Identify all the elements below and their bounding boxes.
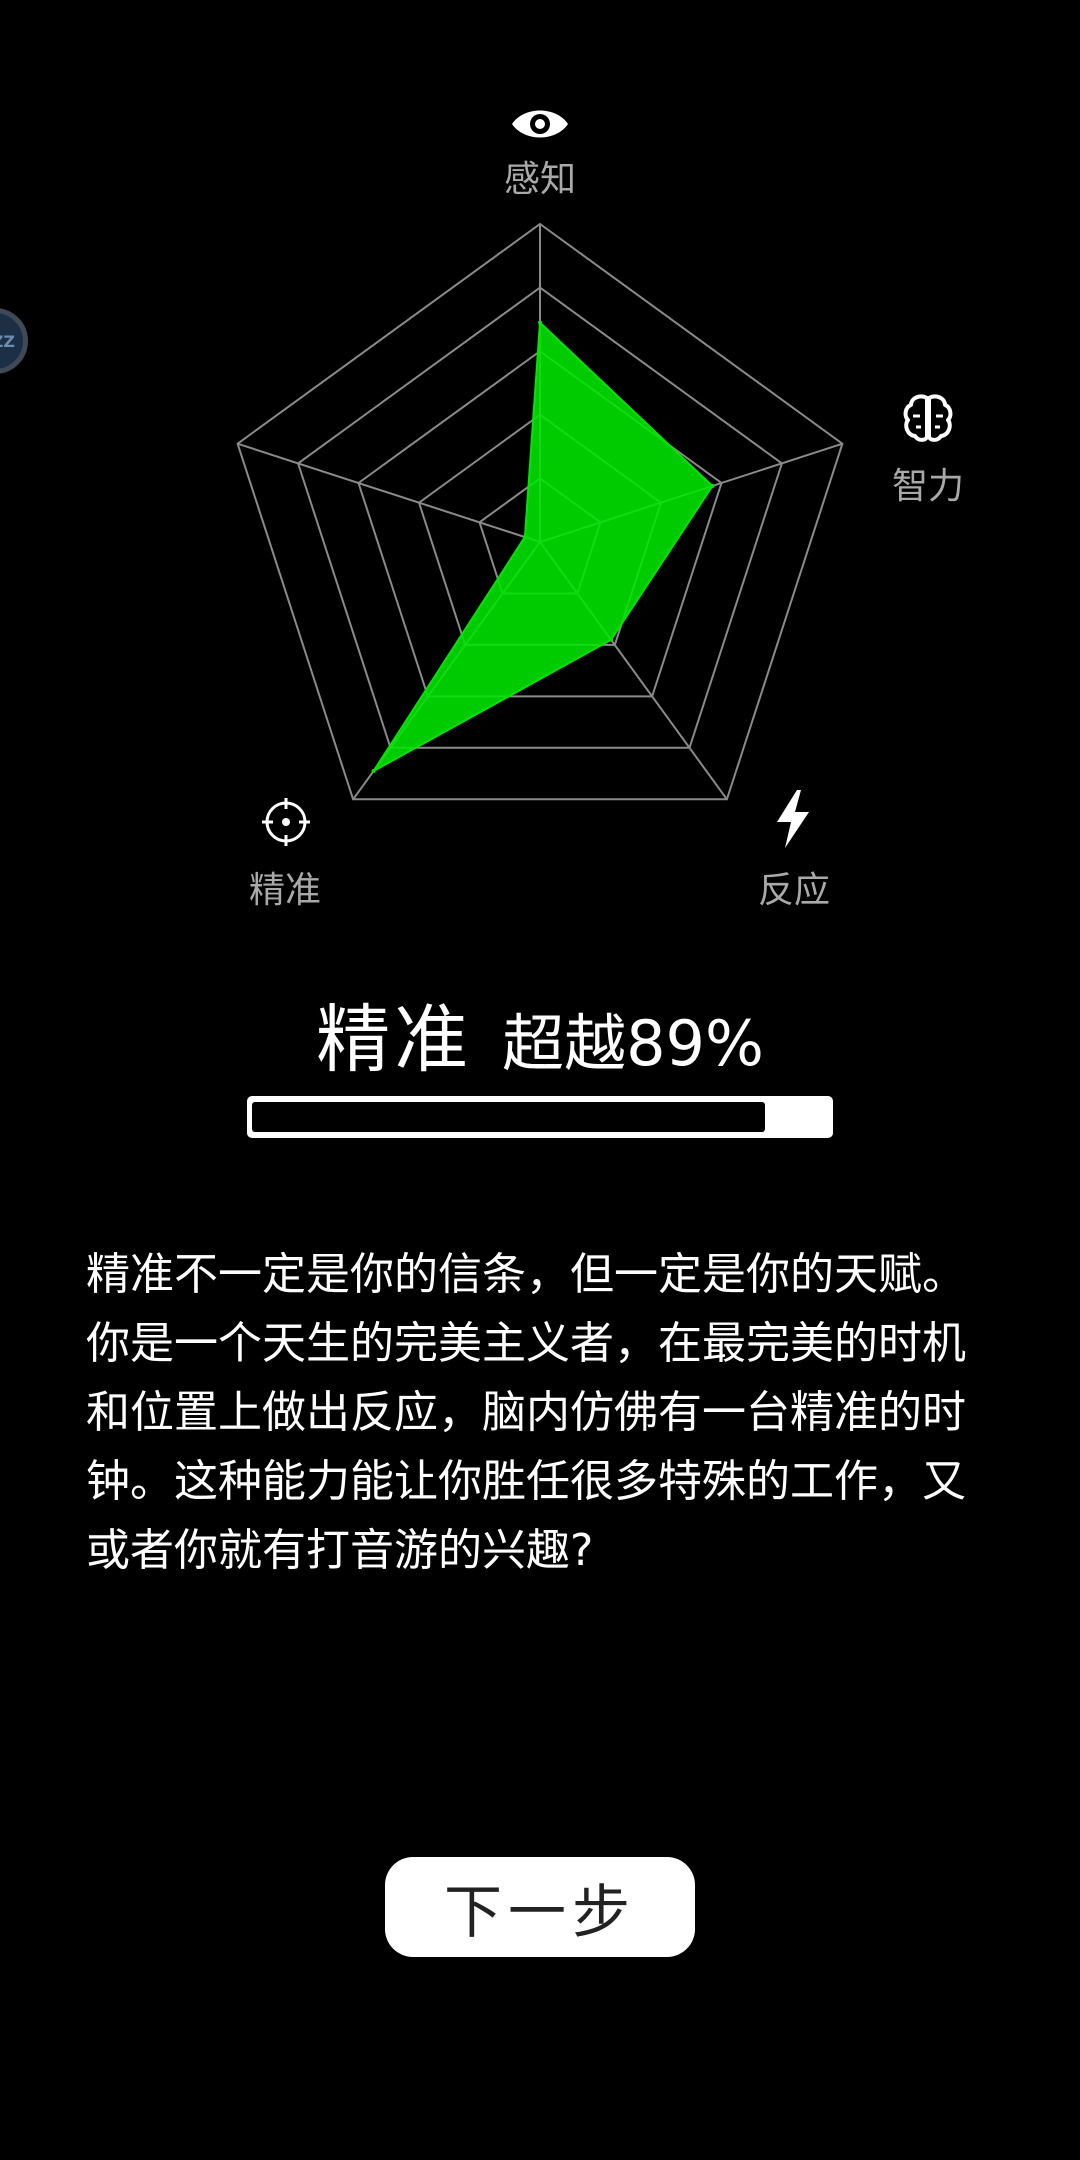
radar-data-area <box>372 320 714 772</box>
crosshair-icon <box>262 798 310 850</box>
axis-label-intelligence: 智力 <box>891 466 964 507</box>
next-step-label: 下一步 <box>443 1878 636 1946</box>
floating-assistant-label: ZZ <box>0 331 15 351</box>
axis-label-precision: 精准 <box>248 870 321 911</box>
radar-point <box>538 320 542 325</box>
result-exceed-text: 超越89% <box>502 1007 764 1080</box>
brain-icon <box>902 394 954 446</box>
radar-point <box>522 535 527 540</box>
progress-bar-fill <box>252 1102 765 1132</box>
result-heading: 精准 超越89% <box>0 980 1080 1087</box>
lightning-icon <box>775 790 811 852</box>
axis-label-perception: 感知 <box>503 159 576 200</box>
radar-point <box>371 769 376 773</box>
progress-bar <box>247 1096 833 1138</box>
next-step-button[interactable]: 下一步 <box>385 1857 695 1957</box>
radar-point <box>710 484 715 488</box>
description-text: 精准不一定是你的信条，但一定是你的天赋。你是一个天生的完美主义者，在最完美的时机… <box>86 1249 966 1576</box>
radar-spoke <box>237 442 541 543</box>
result-dimension: 精准 <box>316 997 473 1083</box>
eye-icon <box>510 104 570 148</box>
radar-point <box>609 637 613 642</box>
axis-label-reaction: 反应 <box>757 870 830 911</box>
